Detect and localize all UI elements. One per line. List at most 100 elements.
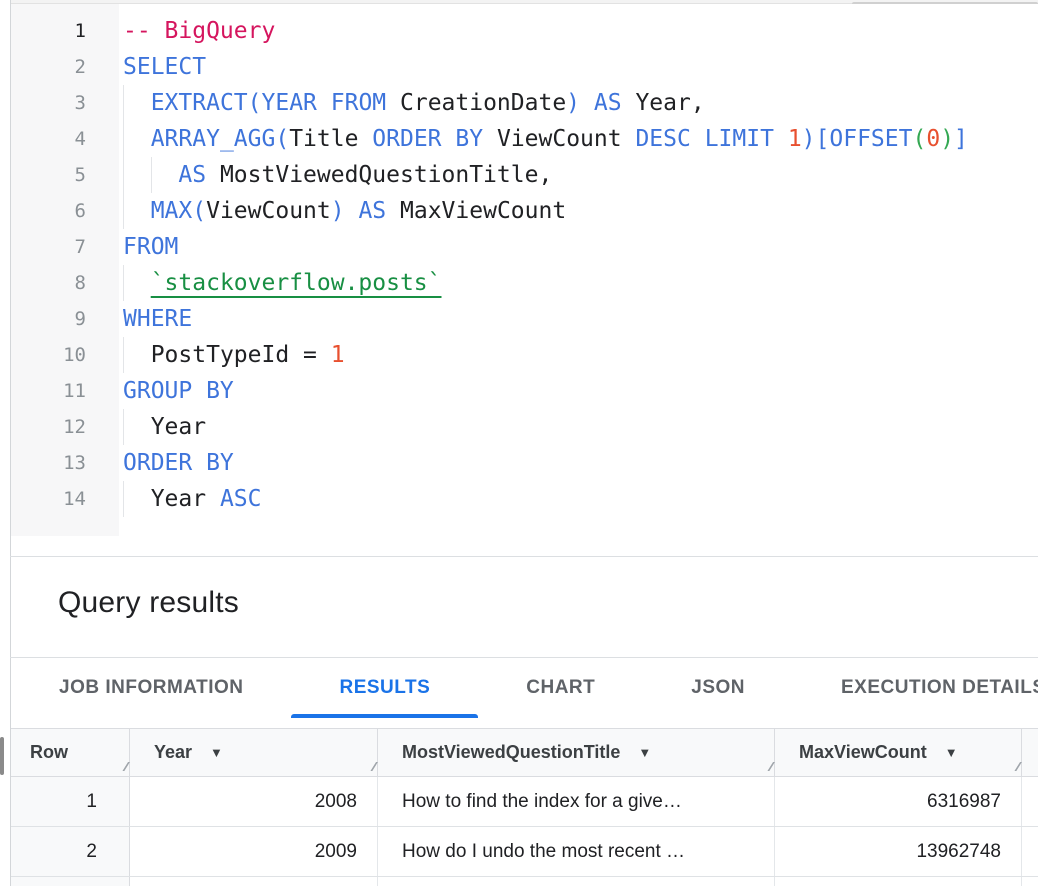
results-tab-bar: JOB INFORMATIONRESULTS CHART JSON EXECUTION… (11, 658, 1038, 718)
code-token (483, 126, 497, 152)
code-line[interactable]: Year ASC (119, 481, 1038, 517)
sql-code-editor[interactable]: -- BigQuerySELECT EXTRACT(YEAR FROM Crea… (119, 4, 1038, 536)
code-token (622, 90, 636, 116)
code-token: ORDER (372, 126, 441, 152)
code-line[interactable]: SELECT (119, 49, 1038, 85)
column-header-year: Year▼∕∕ (130, 729, 378, 776)
query-results-heading: Query results (58, 586, 239, 620)
line-number: 9 (11, 301, 119, 337)
column-header-label: MaxViewCount (799, 742, 927, 763)
code-token: ) (331, 198, 345, 224)
code-token: 0 (926, 126, 940, 152)
code-line[interactable]: AS MostViewedQuestionTitle, (119, 157, 1038, 193)
code-token (123, 126, 151, 152)
code-token: MAX (151, 198, 193, 224)
code-token (345, 198, 359, 224)
code-token: Year (151, 414, 206, 440)
code-token: ASC (220, 486, 262, 512)
code-token: 1 (788, 126, 802, 152)
code-token: FROM (123, 234, 178, 260)
line-number: 4 (11, 121, 119, 157)
code-token: MostViewedQuestionTitle, (220, 162, 552, 188)
code-line[interactable]: ORDER BY (119, 445, 1038, 481)
tab-label: CHART (526, 677, 595, 699)
code-line[interactable]: PostTypeId = 1 (119, 337, 1038, 373)
code-token: FROM (331, 90, 386, 116)
tab-label: JSON (691, 677, 745, 699)
code-line[interactable]: WHERE (119, 301, 1038, 337)
code-token (206, 162, 220, 188)
code-token: AS (178, 162, 206, 188)
code-token (123, 486, 151, 512)
code-token: ) (566, 90, 580, 116)
line-number: 7 (11, 229, 119, 265)
code-token: ( (912, 126, 926, 152)
code-token (386, 90, 400, 116)
code-line[interactable]: GROUP BY (119, 373, 1038, 409)
line-number: 14 (11, 481, 119, 517)
code-token: AS (594, 90, 622, 116)
editor-results-divider (10, 556, 1038, 557)
max-view-count-cell: 13962748 (775, 827, 1022, 876)
code-token: 1 (331, 342, 345, 368)
code-token (123, 90, 151, 116)
code-token (317, 90, 331, 116)
column-menu-arrow-icon[interactable]: ▼ (210, 746, 223, 759)
code-token: DESC (635, 126, 690, 152)
tab-job-information[interactable]: JOB INFORMATION (11, 658, 291, 718)
indent-guide (123, 157, 124, 193)
line-number: 8 (11, 265, 119, 301)
code-line[interactable]: Year (119, 409, 1038, 445)
tab-json[interactable]: JSON (643, 658, 793, 718)
code-token (123, 342, 151, 368)
line-number: 11 (11, 373, 119, 409)
code-token: )[ (802, 126, 830, 152)
column-menu-arrow-icon[interactable]: ▼ (945, 746, 958, 759)
table-row: 12008How to find the index for a give…63… (11, 777, 1038, 827)
column-menu-arrow-icon[interactable]: ▼ (638, 746, 651, 759)
code-token: YEAR (262, 90, 317, 116)
code-token: LIMIT (705, 126, 774, 152)
code-line[interactable]: `stackoverflow.posts` (119, 265, 1038, 301)
code-token: MaxViewCount (400, 198, 566, 224)
code-line[interactable]: ARRAY_AGG(Title ORDER BY ViewCount DESC … (119, 121, 1038, 157)
line-number: 13 (11, 445, 119, 481)
year-cell: 2009 (130, 827, 378, 876)
tab-chart[interactable]: CHART (478, 658, 643, 718)
code-token: ( (275, 126, 289, 152)
code-token: ) (940, 126, 954, 152)
code-token: CreationDate (400, 90, 566, 116)
indent-guide (123, 193, 124, 229)
indent-guide (123, 409, 124, 445)
row-filler-cell (1022, 877, 1038, 886)
code-token: WHERE (123, 306, 192, 332)
code-token (442, 126, 456, 152)
code-token: ViewCount (497, 126, 622, 152)
code-token: Year, (635, 90, 704, 116)
code-line[interactable]: FROM (119, 229, 1038, 265)
results-vertical-scrollbar-thumb[interactable] (0, 737, 4, 775)
line-number: 3 (11, 85, 119, 121)
line-number: 5 (11, 157, 119, 193)
indent-guide (123, 265, 124, 301)
code-line[interactable]: -- BigQuery (119, 13, 1038, 49)
year-cell: 2008 (130, 777, 378, 826)
code-token (123, 414, 151, 440)
table-reference-link[interactable]: `stackoverflow.posts` (151, 270, 442, 296)
code-line[interactable]: EXTRACT(YEAR FROM CreationDate) AS Year, (119, 85, 1038, 121)
line-number: 1 (11, 13, 119, 49)
tab-execution-details[interactable]: EXECUTION DETAILS (793, 658, 1038, 718)
line-number: 10 (11, 337, 119, 373)
table-row-partial (11, 877, 1038, 886)
tab-results[interactable]: RESULTS (291, 658, 478, 718)
code-line[interactable]: MAX(ViewCount) AS MaxViewCount (119, 193, 1038, 229)
code-token: ( (192, 198, 206, 224)
results-table: Row∕∕Year▼∕∕MostViewedQuestionTitle▼∕∕Ma… (11, 728, 1038, 886)
code-token: ViewCount (206, 198, 331, 224)
title-cell: How do I undo the most recent … (378, 827, 775, 876)
code-token: ] (954, 126, 968, 152)
code-token: BY (455, 126, 483, 152)
table-header-filler (1022, 729, 1038, 776)
indent-guide (123, 85, 124, 121)
indent-guide (123, 337, 124, 373)
